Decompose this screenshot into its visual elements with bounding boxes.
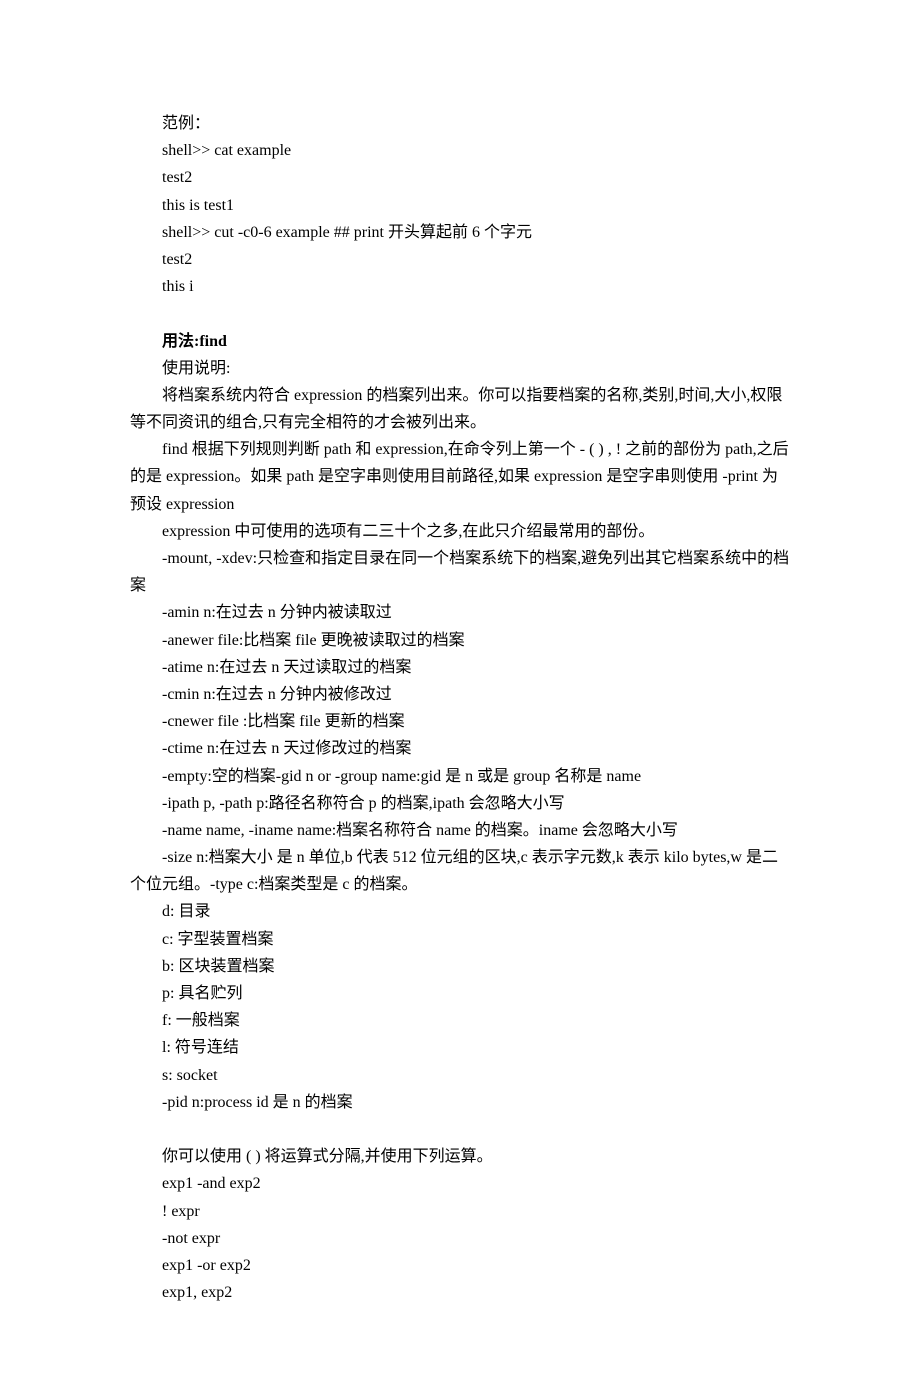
text-line: shell>> cat example: [130, 137, 790, 164]
text-line: s: socket: [130, 1062, 790, 1089]
text-line: -not expr: [130, 1225, 790, 1252]
text-line: test2: [130, 164, 790, 191]
text-line: expression 中可使用的选项有二三十个之多,在此只介绍最常用的部份。: [130, 518, 790, 545]
text-line: test2: [130, 246, 790, 273]
text-line: -ipath p, -path p:路径名称符合 p 的档案,ipath 会忽略…: [130, 790, 790, 817]
text-line: exp1 -and exp2: [130, 1170, 790, 1197]
text-line: -empty:空的档案-gid n or -group name:gid 是 n…: [130, 763, 790, 790]
text-line: -ctime n:在过去 n 天过修改过的档案: [130, 735, 790, 762]
text-line: c: 字型装置档案: [130, 926, 790, 953]
text-line: -anewer file:比档案 file 更晚被读取过的档案: [130, 627, 790, 654]
text-line: -atime n:在过去 n 天过读取过的档案: [130, 654, 790, 681]
text-line: -pid n:process id 是 n 的档案: [130, 1089, 790, 1116]
text-line: -cmin n:在过去 n 分钟内被修改过: [130, 681, 790, 708]
text-line: -amin n:在过去 n 分钟内被读取过: [130, 599, 790, 626]
text-line: p: 具名贮列: [130, 980, 790, 1007]
blank-line: [130, 300, 790, 327]
text-line: shell>> cut -c0-6 example ## print 开头算起前…: [130, 219, 790, 246]
text-line: -cnewer file :比档案 file 更新的档案: [130, 708, 790, 735]
text-paragraph: -size n:档案大小 是 n 单位,b 代表 512 位元组的区块,c 表示…: [130, 844, 790, 898]
text-line: b: 区块装置档案: [130, 953, 790, 980]
text-line: l: 符号连结: [130, 1034, 790, 1061]
text-line: exp1 -or exp2: [130, 1252, 790, 1279]
text-line: this is test1: [130, 192, 790, 219]
text-paragraph: find 根据下列规则判断 path 和 expression,在命令列上第一个…: [130, 436, 790, 518]
section-heading: 用法:find: [130, 328, 790, 355]
text-line: 你可以使用 ( ) 将运算式分隔,并使用下列运算。: [130, 1143, 790, 1170]
text-paragraph: -mount, -xdev:只检查和指定目录在同一个档案系统下的档案,避免列出其…: [130, 545, 790, 599]
text-line: exp1, exp2: [130, 1279, 790, 1306]
text-line: -name name, -iname name:档案名称符合 name 的档案。…: [130, 817, 790, 844]
text-line: f: 一般档案: [130, 1007, 790, 1034]
blank-line: [130, 1116, 790, 1143]
text-line: ! expr: [130, 1198, 790, 1225]
text-line: 范例：: [130, 110, 790, 137]
text-line: this i: [130, 273, 790, 300]
text-paragraph: 将档案系统内符合 expression 的档案列出来。你可以指要档案的名称,类别…: [130, 382, 790, 436]
document-page: 范例： shell>> cat example test2 this is te…: [0, 0, 920, 1386]
text-line: 使用说明:: [130, 355, 790, 382]
text-line: d: 目录: [130, 898, 790, 925]
